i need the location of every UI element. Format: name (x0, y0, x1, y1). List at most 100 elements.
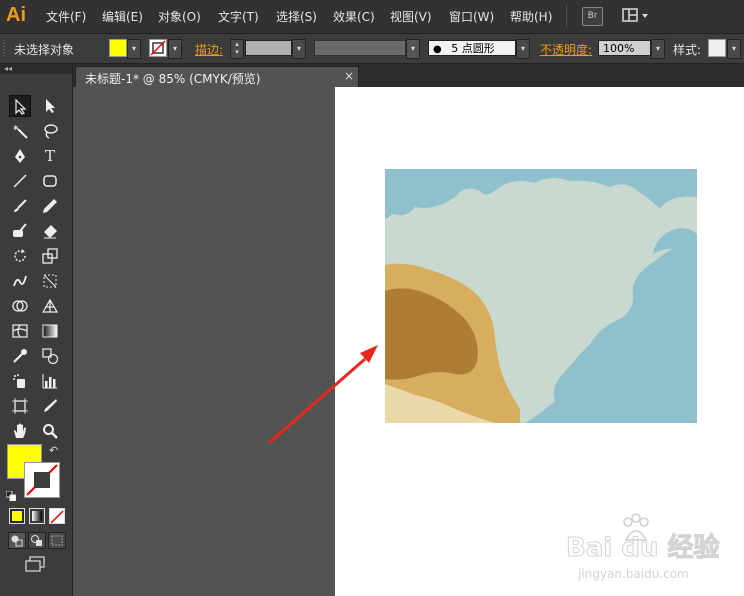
free-transform-icon (43, 274, 57, 288)
lasso-tool[interactable] (39, 120, 61, 142)
menu-view[interactable]: 视图(V) (390, 8, 432, 25)
menu-window[interactable]: 窗口(W) (449, 8, 494, 25)
placed-map-image[interactable] (385, 169, 697, 423)
swap-fill-stroke-icon[interactable]: ↶ (49, 444, 58, 457)
blob-brush-tool[interactable] (9, 220, 31, 242)
color-mode-swatch (12, 511, 22, 521)
rounded-rectangle-icon (43, 175, 57, 187)
menu-object[interactable]: 对象(O) (158, 8, 201, 25)
rotate-tool[interactable] (9, 245, 31, 267)
gradient-tool[interactable] (39, 320, 61, 342)
watermark-url: jingyan.baidu.com (577, 567, 689, 581)
document-tab-bar: 未标题-1* @ 85% (CMYK/预览) × (73, 64, 744, 87)
stroke-label[interactable]: 描边: (195, 41, 223, 58)
graphic-style-dropdown[interactable]: ▾ (727, 39, 741, 59)
slice-tool[interactable] (39, 395, 61, 417)
eyedropper-icon (13, 349, 27, 363)
stroke-weight-dropdown[interactable]: ▾ (292, 39, 306, 59)
no-stroke-slash-icon (26, 464, 58, 496)
draw-inside-button[interactable] (48, 532, 66, 549)
draw-behind-icon (31, 535, 42, 546)
selection-arrow-icon (15, 99, 27, 115)
paintbrush-icon (14, 199, 27, 212)
menu-type[interactable]: 文字(T) (218, 8, 259, 25)
menu-file[interactable]: 文件(F) (46, 8, 86, 25)
shape-builder-tool[interactable] (9, 295, 31, 317)
eraser-tool[interactable] (39, 220, 61, 242)
direct-selection-tool[interactable] (39, 95, 61, 117)
color-mode-button[interactable] (9, 508, 25, 524)
fill-dropdown-button[interactable]: ▾ (127, 39, 141, 59)
screen-mode-icon (25, 556, 45, 572)
none-mode-button[interactable] (49, 508, 65, 524)
mesh-icon (12, 324, 28, 338)
artboard[interactable]: Bai du 经验 jingyan.baidu.com (335, 87, 744, 596)
document-tab[interactable]: 未标题-1* @ 85% (CMYK/预览) × (75, 66, 359, 87)
document-canvas[interactable]: Bai du 经验 jingyan.baidu.com (73, 87, 744, 596)
hand-tool[interactable] (9, 420, 31, 442)
paintbrush-tool[interactable] (9, 195, 31, 217)
menu-help[interactable]: 帮助(H) (510, 8, 552, 25)
draw-normal-icon (11, 535, 23, 547)
menu-select[interactable]: 选择(S) (276, 8, 317, 25)
stroke-color-box[interactable] (24, 462, 60, 498)
column-graph-tool[interactable] (39, 370, 61, 392)
scale-tool[interactable] (39, 245, 61, 267)
mesh-tool[interactable] (9, 320, 31, 342)
close-tab-icon[interactable]: × (344, 69, 354, 83)
screen-mode-button[interactable] (24, 556, 46, 572)
line-segment-tool[interactable] (9, 170, 31, 192)
variable-width-dropdown[interactable]: ▾ (406, 39, 420, 59)
eyedropper-tool[interactable] (9, 345, 31, 367)
stroke-dropdown-button[interactable]: ▾ (168, 39, 182, 59)
gradient-mode-button[interactable] (29, 508, 45, 524)
graphic-style-swatch[interactable] (708, 39, 726, 57)
pencil-tool[interactable] (39, 195, 61, 217)
blend-tool[interactable] (39, 345, 61, 367)
bridge-button[interactable]: Br (582, 7, 603, 26)
rectangle-tool[interactable] (39, 170, 61, 192)
variable-width-profile[interactable] (314, 40, 406, 56)
symbol-sprayer-tool[interactable] (9, 370, 31, 392)
draw-normal-button[interactable] (8, 532, 26, 549)
column-graph-icon (42, 374, 57, 389)
selection-tool[interactable] (9, 95, 31, 117)
zoom-magnifier-icon (43, 424, 58, 439)
stroke-color-swatch[interactable] (149, 39, 167, 57)
blob-brush-icon (13, 223, 27, 237)
lasso-icon (44, 124, 58, 139)
menu-divider (566, 5, 567, 27)
draw-inside-icon (51, 535, 63, 546)
menu-effect[interactable]: 效果(C) (333, 8, 375, 25)
default-fill-stroke-button[interactable] (5, 486, 17, 502)
fill-color-swatch[interactable] (109, 39, 127, 57)
symbol-sprayer-icon (13, 374, 25, 388)
artboard-tool[interactable] (9, 395, 31, 417)
draw-behind-button[interactable] (28, 532, 46, 549)
free-transform-tool[interactable] (39, 270, 61, 292)
zoom-tool[interactable] (39, 420, 61, 442)
magic-wand-tool[interactable]: ✶ (9, 120, 31, 142)
menu-edit[interactable]: 编辑(E) (102, 8, 143, 25)
pen-tool[interactable] (9, 145, 31, 167)
opacity-field[interactable]: 100% (598, 40, 651, 56)
perspective-grid-tool[interactable] (39, 295, 61, 317)
workspace-switcher-button[interactable] (620, 6, 654, 26)
control-bar: 未选择对象 ▾ ▾ 描边: ▴ ▾ ▾ ▾ ● 5 点圆形 ▾ 不透明度: 100… (0, 34, 744, 64)
stroke-weight-spinner[interactable]: ▴ ▾ (230, 39, 244, 59)
baidu-watermark: Bai du 经验 jingyan.baidu.com (566, 513, 720, 581)
brush-definition-dropdown[interactable]: ▾ (516, 39, 530, 59)
brush-definition-field[interactable]: ● 5 点圆形 (428, 40, 516, 56)
tools-panel: ◂◂ ✶ T ↶ (0, 64, 73, 596)
type-tool[interactable]: T (39, 145, 61, 167)
opacity-label[interactable]: 不透明度: (540, 41, 592, 58)
brush-dot-icon: ● (433, 44, 442, 55)
stroke-weight-field[interactable] (245, 40, 292, 56)
opacity-dropdown[interactable]: ▾ (651, 39, 665, 59)
blend-icon (42, 348, 58, 364)
no-stroke-icon (150, 40, 166, 56)
tools-panel-collapse[interactable]: ◂◂ (0, 64, 72, 74)
warp-tool[interactable] (9, 270, 31, 292)
rotate-icon (14, 249, 26, 262)
scale-icon (42, 248, 58, 264)
